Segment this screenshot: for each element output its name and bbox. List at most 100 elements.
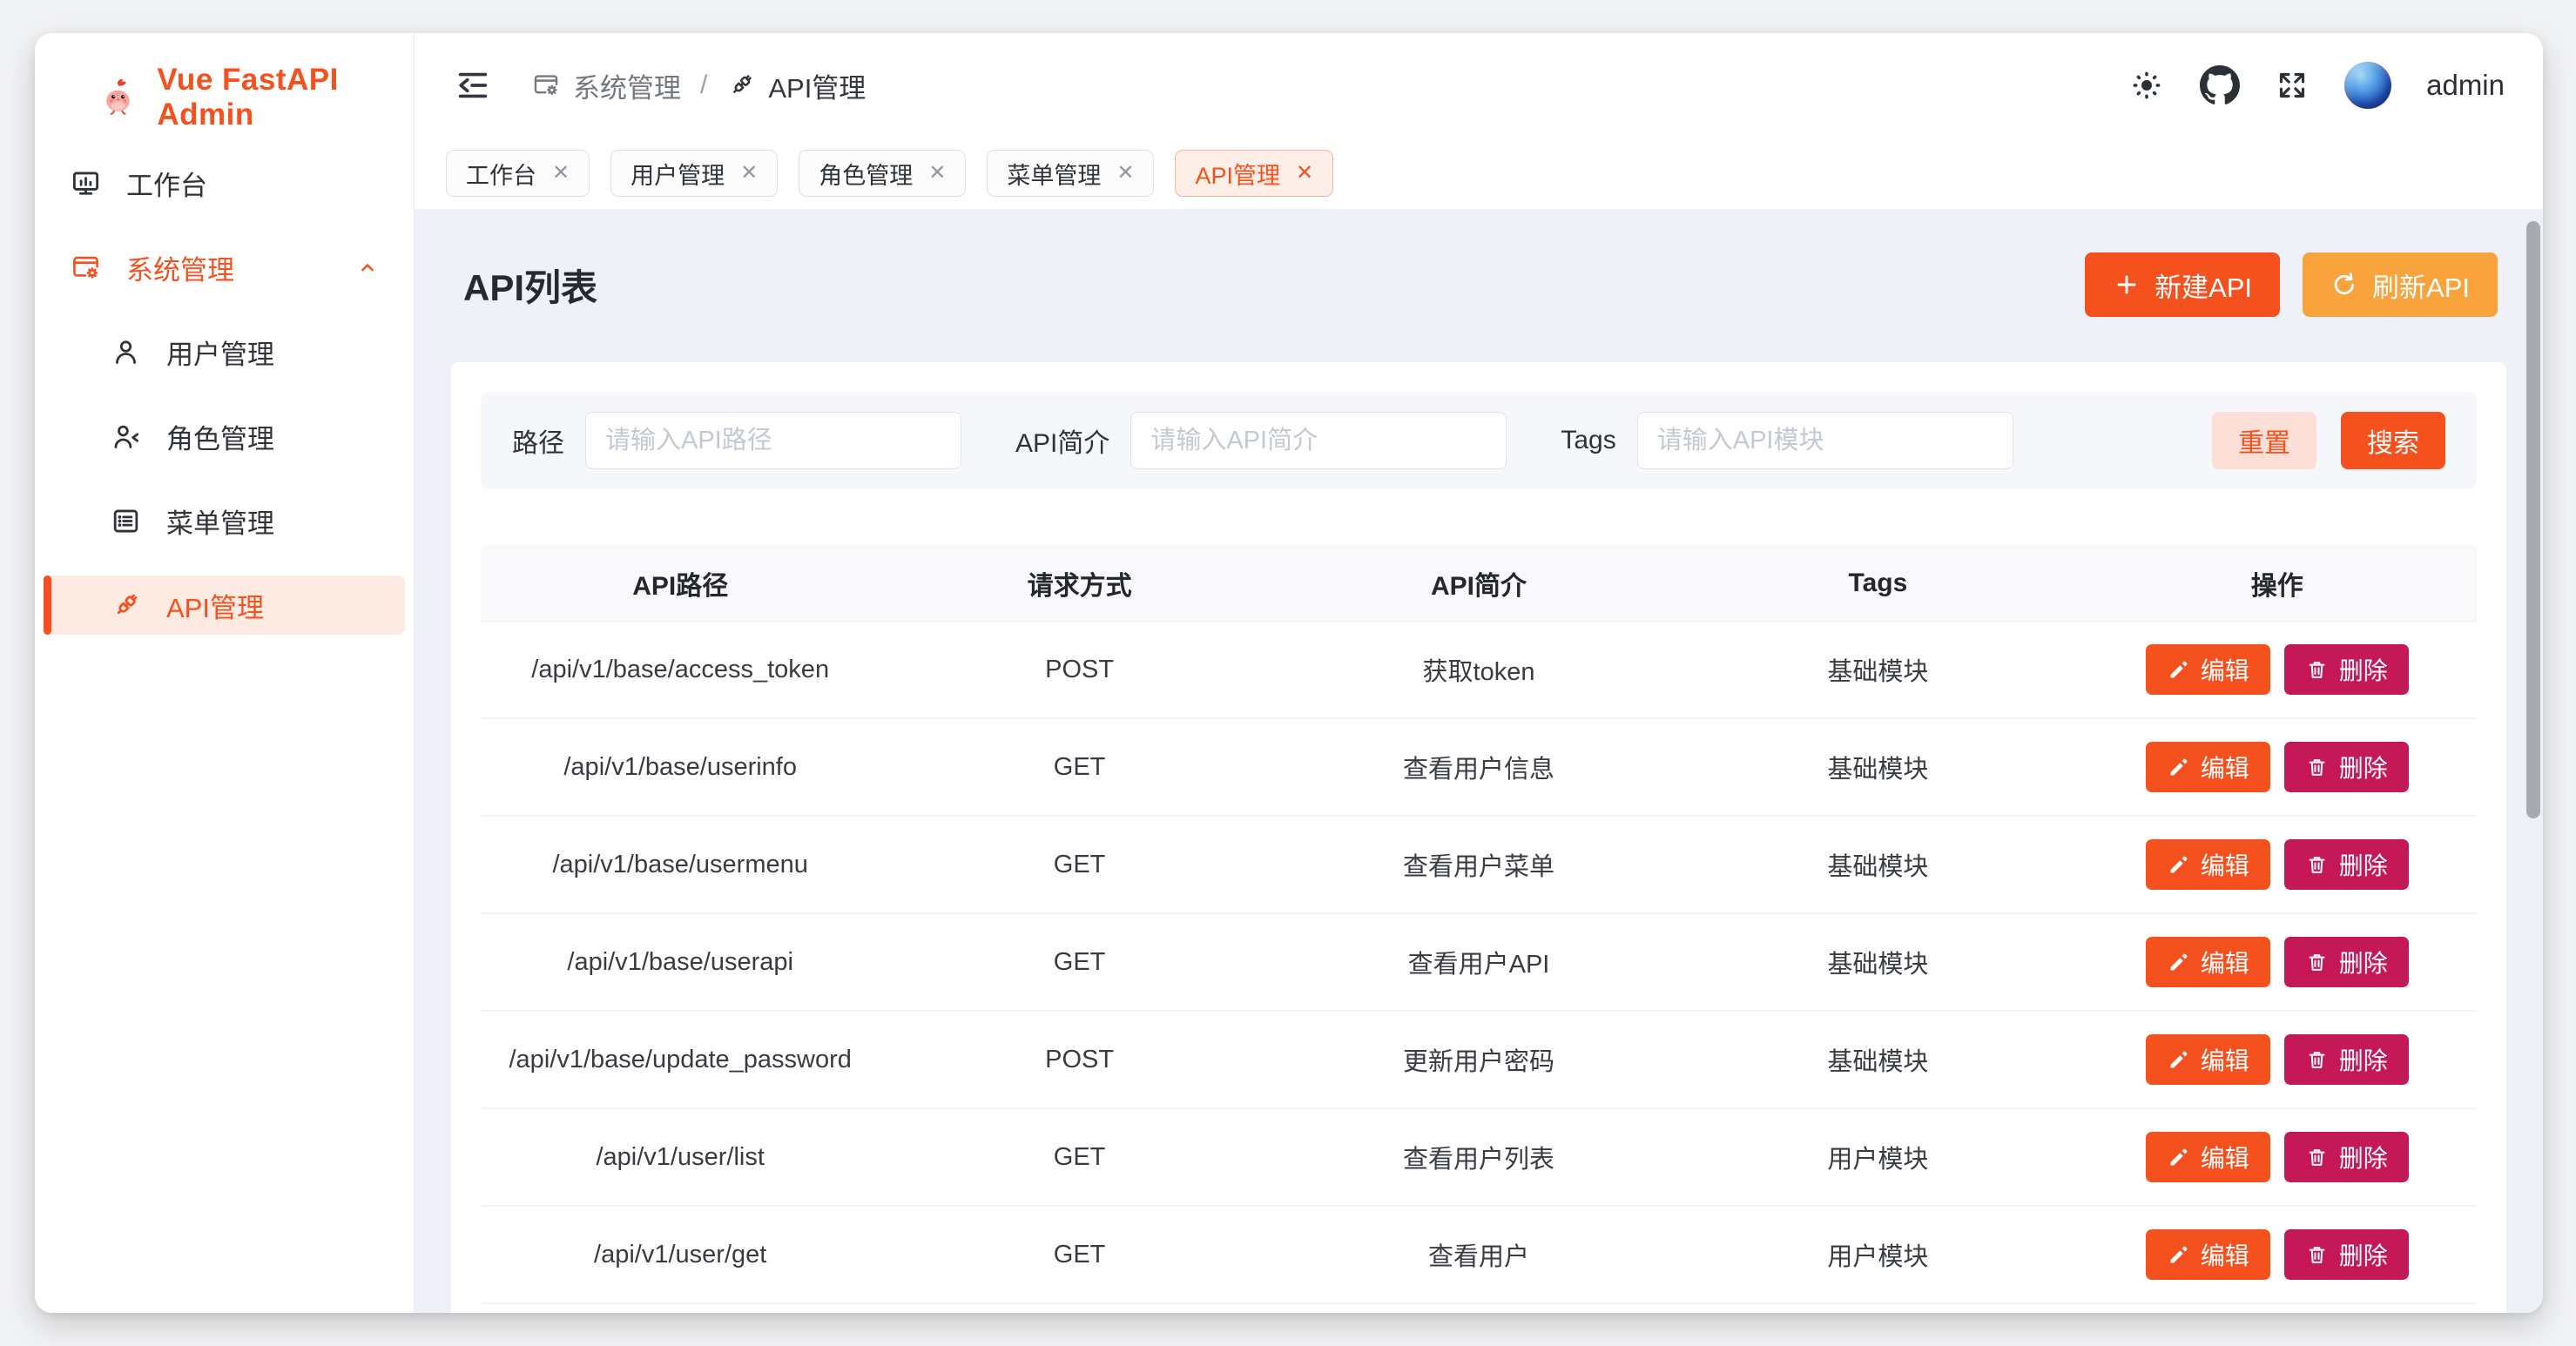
chick-logo-icon — [98, 74, 139, 121]
tab-menu-management[interactable]: 菜单管理 ✕ — [987, 150, 1154, 197]
tags-cell: 基础模块 — [1678, 651, 2077, 688]
edit-button[interactable]: 编辑 — [2146, 1132, 2270, 1182]
edit-button[interactable]: 编辑 — [2146, 644, 2270, 695]
tab-workbench[interactable]: 工作台 ✕ — [446, 150, 590, 197]
table-row-clipped — [481, 1304, 2477, 1313]
tab-role-management[interactable]: 角色管理 ✕ — [799, 150, 966, 197]
breadcrumb-separator: / — [697, 71, 711, 100]
breadcrumb-page[interactable]: API管理 — [726, 66, 866, 105]
summary-input[interactable] — [1130, 412, 1507, 469]
delete-button[interactable]: 删除 — [2284, 937, 2409, 987]
delete-button[interactable]: 删除 — [2284, 644, 2409, 695]
column-header-summary: API简介 — [1279, 564, 1678, 602]
delete-button[interactable]: 删除 — [2284, 1229, 2409, 1280]
page-content: API列表 新建API 刷新API 路径 — [415, 209, 2543, 1313]
username[interactable]: admin — [2426, 69, 2505, 102]
method-cell: GET — [880, 1143, 1278, 1172]
breadcrumb-section[interactable]: 系统管理 — [531, 66, 681, 105]
column-header-method: 请求方式 — [880, 564, 1278, 602]
user-avatar[interactable] — [2344, 62, 2391, 109]
sidebar-item-api-management[interactable]: API管理 — [44, 575, 405, 635]
sidebar-item-user-management[interactable]: 用户管理 — [44, 322, 405, 381]
edit-button[interactable]: 编辑 — [2146, 742, 2270, 792]
tab-close-icon[interactable]: ✕ — [552, 163, 570, 184]
api-path-cell: /api/v1/base/access_token — [481, 656, 880, 684]
refresh-api-button[interactable]: 刷新API — [2303, 252, 2498, 317]
table-row: /api/v1/base/usermenu GET 查看用户菜单 基础模块 编辑 — [481, 817, 2477, 914]
sidebar-item-menu-management[interactable]: 菜单管理 — [44, 491, 405, 550]
tags-cell: 基础模块 — [1678, 846, 2077, 883]
tags-input[interactable] — [1637, 412, 2013, 469]
sidebar-item-label: 工作台 — [126, 164, 207, 203]
delete-button[interactable]: 删除 — [2284, 742, 2409, 792]
delete-button[interactable]: 删除 — [2284, 1132, 2409, 1182]
delete-label: 删除 — [2339, 1042, 2388, 1077]
breadcrumb-page-label: API管理 — [768, 66, 866, 105]
method-cell: GET — [880, 753, 1278, 782]
tab-close-icon[interactable]: ✕ — [1116, 163, 1134, 184]
trash-icon — [2305, 756, 2329, 779]
sidebar-item-role-management[interactable]: 角色管理 — [44, 407, 405, 466]
tab-label: API管理 — [1195, 157, 1280, 191]
table-row: /api/v1/base/userinfo GET 查看用户信息 基础模块 编辑 — [481, 719, 2477, 817]
delete-button[interactable]: 删除 — [2284, 839, 2409, 890]
app-window: Vue FastAPI Admin 工作台 系统管理 用户管理 角色管理 — [35, 33, 2543, 1313]
path-input[interactable] — [585, 412, 961, 469]
collapse-sidebar-icon[interactable] — [453, 65, 493, 105]
sidebar-item-label: 菜单管理 — [166, 501, 274, 541]
actions-cell: 编辑 删除 — [2078, 1229, 2477, 1280]
tab-bar: 工作台 ✕ 用户管理 ✕ 角色管理 ✕ 菜单管理 ✕ API管理 ✕ — [415, 138, 2543, 209]
table-header-row: API路径 请求方式 API简介 Tags 操作 — [481, 545, 2477, 622]
table-row: /api/v1/base/userapi GET 查看用户API 基础模块 编辑 — [481, 914, 2477, 1012]
vertical-scrollbar-thumb[interactable] — [2526, 221, 2540, 818]
tab-api-management[interactable]: API管理 ✕ — [1175, 150, 1333, 197]
trash-icon — [2305, 853, 2329, 877]
actions-cell: 编辑 删除 — [2078, 644, 2477, 695]
column-header-actions: 操作 — [2078, 564, 2477, 602]
tab-close-icon[interactable]: ✕ — [1296, 163, 1313, 184]
api-path-cell: /api/v1/user/list — [481, 1143, 880, 1172]
new-api-label: 新建API — [2155, 266, 2252, 305]
table-row: /api/v1/user/list GET 查看用户列表 用户模块 编辑 删除 — [481, 1109, 2477, 1207]
edit-button[interactable]: 编辑 — [2146, 1034, 2270, 1085]
sidebar-item-label: 角色管理 — [166, 417, 274, 456]
trash-icon — [2305, 1146, 2329, 1169]
fullscreen-icon[interactable] — [2275, 68, 2310, 103]
github-icon[interactable] — [2200, 65, 2240, 105]
system-settings-icon — [70, 252, 102, 284]
main-area: 系统管理 / API管理 admin 工作台 ✕ — [415, 33, 2543, 1313]
tags-cell: 用户模块 — [1678, 1236, 2077, 1273]
summary-label: API简介 — [1015, 421, 1109, 460]
delete-label: 删除 — [2339, 847, 2388, 882]
reset-button[interactable]: 重置 — [2212, 412, 2316, 469]
tab-close-icon[interactable]: ✕ — [928, 163, 946, 184]
theme-sun-icon[interactable] — [2128, 67, 2165, 104]
api-list-card: 路径 API简介 Tags 重置 搜索 — [451, 362, 2506, 1313]
filter-tags: Tags — [1561, 412, 2013, 469]
actions-cell: 编辑 删除 — [2078, 742, 2477, 792]
delete-label: 删除 — [2339, 945, 2388, 979]
delete-button[interactable]: 删除 — [2284, 1034, 2409, 1085]
system-settings-icon — [531, 71, 561, 100]
new-api-button[interactable]: 新建API — [2085, 252, 2280, 317]
edit-button[interactable]: 编辑 — [2146, 839, 2270, 890]
sidebar-item-label: 用户管理 — [166, 333, 274, 372]
summary-cell: 查看用户菜单 — [1279, 846, 1678, 883]
summary-cell: 查看用户信息 — [1279, 749, 1678, 785]
edit-label: 编辑 — [2201, 750, 2249, 784]
search-button[interactable]: 搜索 — [2341, 412, 2445, 469]
sidebar-item-system-management[interactable]: 系统管理 — [44, 238, 405, 297]
trash-icon — [2305, 658, 2329, 682]
edit-button[interactable]: 编辑 — [2146, 937, 2270, 987]
tab-user-management[interactable]: 用户管理 ✕ — [610, 150, 778, 197]
delete-label: 删除 — [2339, 1237, 2388, 1272]
workbench-icon — [70, 167, 102, 199]
breadcrumb: 系统管理 / API管理 — [531, 66, 866, 105]
edit-button[interactable]: 编辑 — [2146, 1229, 2270, 1280]
delete-label: 删除 — [2339, 1140, 2388, 1174]
sidebar-item-workbench[interactable]: 工作台 — [44, 153, 405, 212]
edit-label: 编辑 — [2201, 1237, 2249, 1272]
tab-close-icon[interactable]: ✕ — [740, 163, 758, 184]
plus-icon — [2113, 271, 2141, 299]
summary-cell: 查看用户列表 — [1279, 1139, 1678, 1175]
